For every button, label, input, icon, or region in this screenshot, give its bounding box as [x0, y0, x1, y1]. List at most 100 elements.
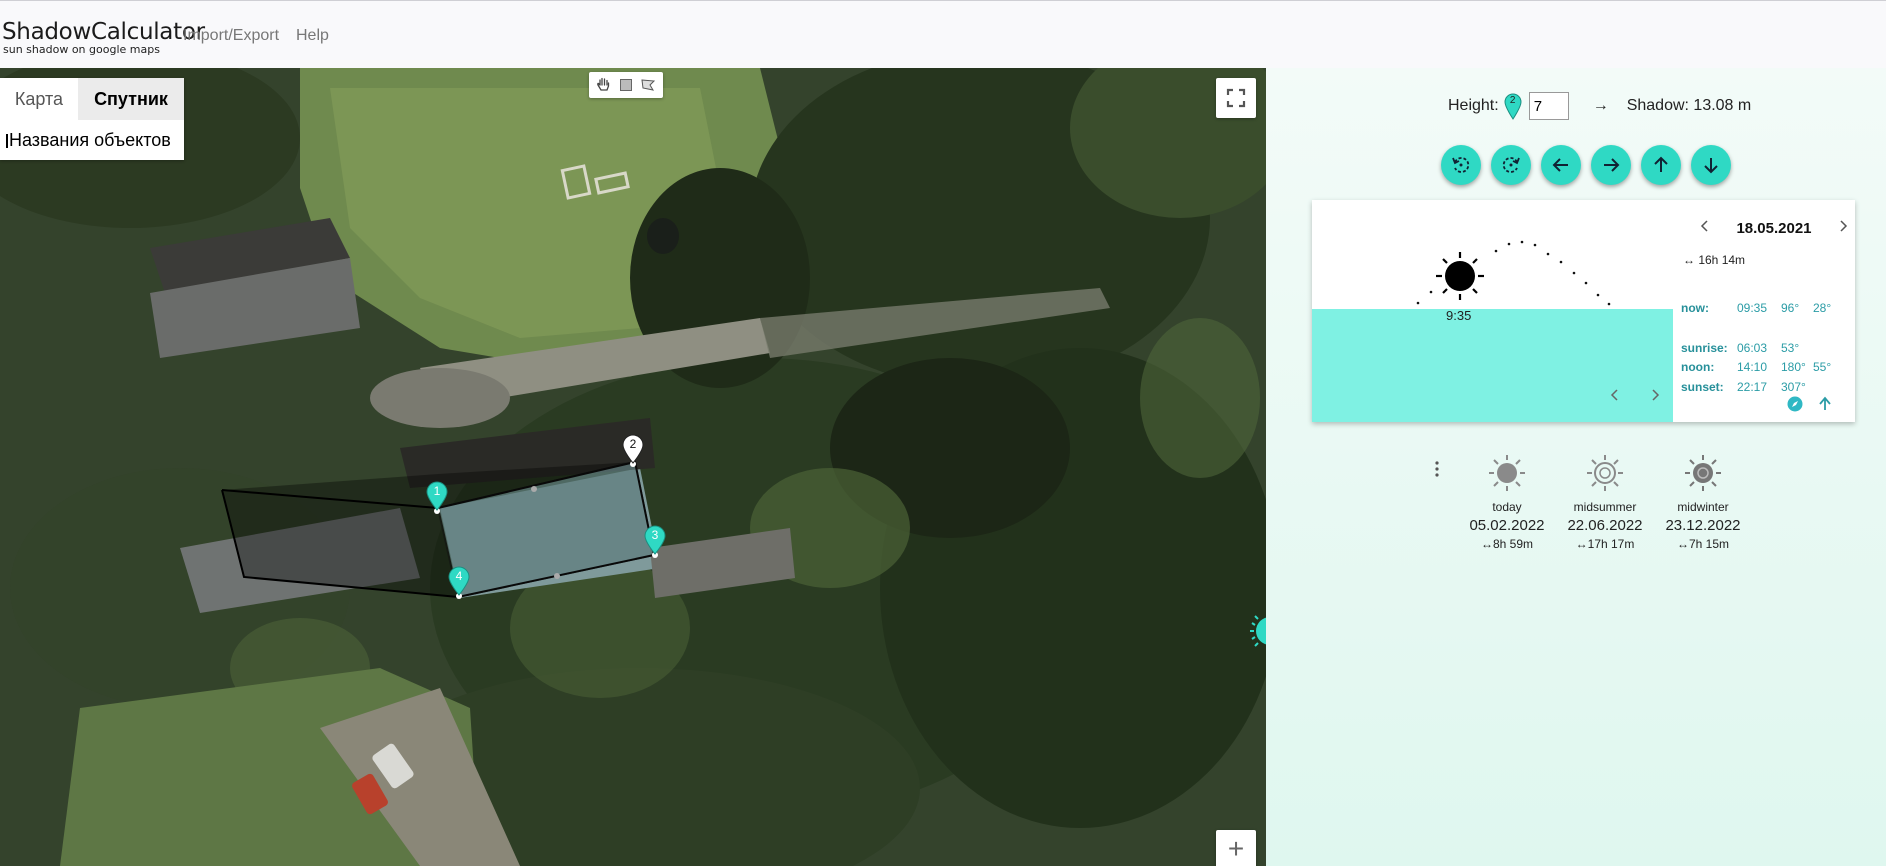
preset-day-length: ↔8h 59m — [1480, 537, 1534, 551]
marker-pin-icon: 2 — [1503, 92, 1525, 120]
preset-date: 05.02.2022 — [1469, 517, 1545, 534]
height-input[interactable] — [1528, 92, 1569, 120]
checkbox-icon[interactable] — [0, 134, 8, 149]
compass-icon — [1787, 396, 1803, 412]
current-sun-time: 9:35 — [1446, 308, 1472, 323]
row-label: now: — [1681, 301, 1709, 315]
transform-buttons — [1441, 145, 1731, 185]
sun-midsummer-icon — [1587, 455, 1623, 491]
sun-midwinter-icon — [1685, 455, 1721, 491]
row-altitude — [1813, 341, 1843, 355]
marker-3[interactable]: 3 — [643, 525, 667, 560]
labels-toggle-label: Названия объектов — [9, 130, 171, 150]
polygon-icon[interactable] — [639, 76, 657, 94]
sun-position-card: 9:35 18.05.2021 ↔ 16h 14m now: 09:35 96°… — [1312, 200, 1855, 422]
map-type-control: Карта Спутник Названия объектов — [0, 78, 184, 160]
time-next-button[interactable] — [1648, 388, 1662, 407]
sunset-row: sunset: 22:17 307° — [1681, 380, 1843, 394]
row-time: 09:35 — [1737, 301, 1768, 315]
row-time: 06:03 — [1737, 341, 1768, 355]
date-prev-button[interactable] — [1699, 218, 1711, 238]
preset-today[interactable]: today 05.02.2022 ↔8h 59m — [1462, 453, 1552, 551]
app-title[interactable]: ShadowCalculator — [2, 19, 205, 45]
rotate-right-icon — [1502, 157, 1520, 173]
move-up-button[interactable] — [1641, 145, 1681, 185]
fullscreen-button[interactable] — [1216, 78, 1256, 118]
marker-4[interactable]: 4 — [447, 566, 471, 601]
rotate-left-icon — [1452, 157, 1470, 173]
north-up-button[interactable] — [1817, 396, 1833, 417]
zoom-in-button[interactable]: + — [1216, 830, 1256, 866]
preset-day-length: ↔7h 15m — [1676, 537, 1730, 551]
row-azimuth: 96° — [1781, 301, 1800, 315]
sun-info: 18.05.2021 ↔ 16h 14m now: 09:35 96° 28° … — [1673, 200, 1855, 422]
marker-2-label: 2 — [629, 437, 637, 451]
rotate-left-button[interactable] — [1441, 145, 1481, 185]
row-label: sunrise: — [1681, 341, 1728, 355]
row-label: noon: — [1681, 360, 1715, 374]
hand-icon[interactable] — [595, 76, 613, 94]
sun-icon — [1436, 252, 1484, 300]
preset-date: 22.06.2022 — [1567, 517, 1643, 534]
time-prev-button[interactable] — [1608, 388, 1622, 407]
rectangle-icon[interactable] — [617, 76, 635, 94]
chevron-right-icon — [1840, 220, 1848, 232]
marker-3-label: 3 — [651, 528, 659, 542]
sun-direction-icon — [1250, 615, 1266, 647]
move-down-button[interactable] — [1691, 145, 1731, 185]
arrow-right-symbol: → — [1592, 97, 1609, 114]
row-azimuth: 307° — [1781, 380, 1806, 394]
arrow-left-icon — [1552, 158, 1568, 172]
fullscreen-icon — [1226, 88, 1246, 108]
date-selector: 18.05.2021 — [1699, 218, 1849, 238]
arrow-up-icon — [1654, 156, 1668, 172]
marker-1-label: 1 — [433, 484, 441, 498]
preset-name: midsummer — [1573, 500, 1637, 514]
labels-toggle[interactable]: Названия объектов — [0, 120, 184, 160]
move-right-button[interactable] — [1591, 145, 1631, 185]
date-next-button[interactable] — [1837, 218, 1849, 238]
arrow-down-icon — [1704, 158, 1718, 174]
now-row: now: 09:35 96° 28° — [1681, 301, 1843, 315]
selected-date[interactable]: 18.05.2021 — [1736, 220, 1811, 237]
app-subtitle: sun shadow on google maps — [3, 43, 160, 56]
nav-help[interactable]: Help — [296, 27, 329, 45]
preset-midsummer[interactable]: midsummer 22.06.2022 ↔17h 17m — [1560, 453, 1650, 551]
sunrise-row: sunrise: 06:03 53° — [1681, 341, 1843, 355]
sun-today-icon — [1489, 455, 1525, 491]
marker-1[interactable]: 1 — [425, 481, 449, 516]
more-options-button[interactable] — [1434, 460, 1440, 478]
drawing-toolbar — [589, 72, 663, 98]
rotate-right-button[interactable] — [1491, 145, 1531, 185]
preset-day-length: ↔17h 17m — [1575, 537, 1635, 551]
row-azimuth: 180° — [1781, 360, 1806, 374]
row-label: sunset: — [1681, 380, 1724, 394]
noon-row: noon: 14:10 180° 55° — [1681, 360, 1843, 374]
nav-import-export[interactable]: Import/Export — [183, 27, 279, 45]
move-left-button[interactable] — [1541, 145, 1581, 185]
chevron-left-icon — [1610, 389, 1618, 401]
map-type-map-button[interactable]: Карта — [0, 78, 78, 120]
row-altitude: 28° — [1813, 301, 1832, 315]
row-azimuth: 53° — [1781, 341, 1800, 355]
marker-2[interactable]: 2 — [621, 434, 645, 469]
satellite-map[interactable]: 1 2 3 4 Карта Спутник Названия объектов — [0, 68, 1266, 866]
preset-name: today — [1492, 500, 1522, 514]
height-label: Height: — [1448, 97, 1499, 114]
marker-badge-label: 2 — [1509, 95, 1516, 106]
height-row: Height: 2 → Shadow: 13.08 m — [1448, 92, 1751, 120]
preset-midwinter[interactable]: midwinter 23.12.2022 ↔7h 15m — [1658, 453, 1748, 551]
preset-date: 23.12.2022 — [1665, 517, 1741, 534]
row-time: 22:17 — [1737, 380, 1768, 394]
chevron-right-icon — [1652, 389, 1660, 401]
row-altitude — [1813, 380, 1843, 394]
arrow-up-icon — [1819, 396, 1831, 410]
row-time: 14:10 — [1737, 360, 1768, 374]
marker-4-label: 4 — [455, 569, 463, 583]
map-type-satellite-button[interactable]: Спутник — [78, 78, 184, 120]
control-panel: Height: 2 → Shadow: 13.08 m — [1266, 68, 1886, 866]
shadow-length: Shadow: 13.08 m — [1626, 97, 1752, 114]
compass-button[interactable] — [1787, 396, 1803, 417]
arrow-right-icon — [1604, 158, 1620, 172]
dots-vertical-icon — [1435, 461, 1439, 477]
